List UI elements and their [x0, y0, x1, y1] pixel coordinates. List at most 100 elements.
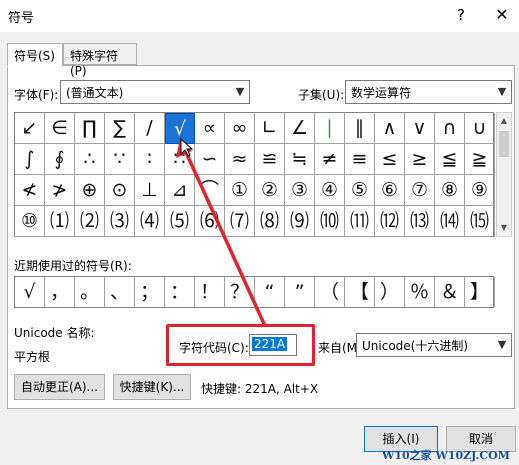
symbol-cell[interactable]: ≯	[45, 175, 75, 206]
symbol-cell[interactable]: ⑨	[465, 175, 495, 206]
symbol-cell[interactable]: ⑧	[435, 175, 465, 206]
recent-symbol[interactable]: ，	[45, 277, 75, 307]
shortcut-key-button[interactable]: 快捷键(K)...	[113, 374, 191, 400]
recent-symbol[interactable]: （	[315, 277, 345, 307]
recent-symbol[interactable]: √	[15, 277, 45, 307]
symbol-cell[interactable]: ⊕	[75, 175, 105, 206]
symbol-cell[interactable]: ≧	[465, 144, 495, 175]
symbol-cell[interactable]: ⑤	[345, 175, 375, 206]
symbol-cell[interactable]: ∮	[45, 144, 75, 175]
symbol-cell[interactable]: ⑷	[135, 206, 165, 237]
recent-symbol[interactable]: ！	[195, 277, 225, 307]
subset-value: 数学运算符	[351, 86, 412, 100]
symbol-cell[interactable]: ≈	[225, 144, 255, 175]
symbol-cell[interactable]: ∩	[435, 113, 465, 144]
symbol-cell[interactable]: ∴	[75, 144, 105, 175]
from-select[interactable]: Unicode(十六进制) ▼	[356, 333, 512, 357]
symbol-cell[interactable]: ⊙	[105, 175, 135, 206]
recent-symbol[interactable]: 、	[105, 277, 135, 307]
symbol-cell[interactable]: ⑼	[285, 206, 315, 237]
font-select[interactable]: (普通文本) ▼	[60, 80, 250, 104]
grid-scrollbar[interactable]: ▲ ▼	[496, 112, 512, 237]
symbol-cell[interactable]: ∠	[285, 113, 315, 144]
recent-symbol[interactable]: “	[255, 277, 285, 307]
symbol-cell[interactable]: ⊥	[135, 175, 165, 206]
symbol-cell[interactable]: ∑	[105, 113, 135, 144]
chevron-down-icon: ▼	[497, 85, 507, 98]
tab-symbols[interactable]: 符号(S)	[7, 43, 63, 67]
symbol-cell[interactable]: ⑥	[375, 175, 405, 206]
symbol-cell[interactable]: ③	[285, 175, 315, 206]
symbol-cell[interactable]: ≌	[255, 144, 285, 175]
symbol-cell[interactable]: ∣	[315, 113, 345, 144]
symbol-cell[interactable]: ∪	[465, 113, 495, 144]
symbol-cell[interactable]: ⊿	[165, 175, 195, 206]
tab-special-chars[interactable]: 特殊字符(P)	[63, 43, 137, 78]
symbol-cell[interactable]: ≤	[375, 144, 405, 175]
recent-symbol[interactable]: 】	[465, 277, 495, 307]
symbol-cell[interactable]: ≡	[345, 144, 375, 175]
symbol-cell[interactable]: ⒂	[465, 206, 495, 237]
symbol-cell[interactable]: ∟	[255, 113, 285, 144]
scroll-down-icon[interactable]: ▼	[497, 220, 511, 236]
symbol-cell[interactable]: ⑴	[45, 206, 75, 237]
symbol-cell[interactable]: ②	[255, 175, 285, 206]
title-bar: 符号 ? ✕	[0, 0, 519, 32]
symbol-cell[interactable]: ∵	[105, 144, 135, 175]
symbol-cell[interactable]: ∧	[375, 113, 405, 144]
unicode-name-label: Unicode 名称:	[14, 326, 95, 340]
recent-symbol[interactable]: ：	[165, 277, 195, 307]
scroll-up-icon[interactable]: ▲	[497, 113, 511, 129]
symbol-cell[interactable]: ⑿	[375, 206, 405, 237]
symbol-cell[interactable]: ⌒	[195, 175, 225, 206]
symbol-cell[interactable]: ⑸	[165, 206, 195, 237]
symbol-cell[interactable]: ⑾	[345, 206, 375, 237]
recent-symbol[interactable]: ）	[375, 277, 405, 307]
symbol-cell[interactable]: ≮	[15, 175, 45, 206]
symbol-cell[interactable]: ↙	[15, 113, 45, 144]
shortcut-info: 快捷键: 221A, Alt+X	[201, 382, 319, 396]
recent-symbol[interactable]: ％	[405, 277, 435, 307]
symbol-cell[interactable]: ∽	[195, 144, 225, 175]
symbol-cell[interactable]: ≥	[405, 144, 435, 175]
symbol-cell[interactable]: ①	[225, 175, 255, 206]
symbol-cell[interactable]: ∝	[195, 113, 225, 144]
font-value: (普通文本)	[66, 86, 124, 100]
symbol-cell[interactable]: ∕	[135, 113, 165, 144]
symbol-cell[interactable]: ∞	[225, 113, 255, 144]
symbol-cell[interactable]: ∏	[75, 113, 105, 144]
symbol-cell[interactable]: ⑹	[195, 206, 225, 237]
recent-symbol[interactable]: ＆	[435, 277, 465, 307]
symbol-cell[interactable]: ⒁	[435, 206, 465, 237]
symbol-cell[interactable]: ∶	[135, 144, 165, 175]
help-button[interactable]: ?	[450, 4, 472, 26]
recent-symbol[interactable]: 【	[345, 277, 375, 307]
symbol-cell[interactable]: ④	[315, 175, 345, 206]
symbol-cell[interactable]: ⑶	[105, 206, 135, 237]
symbol-cell[interactable]: ∫	[15, 144, 45, 175]
window-title: 符号	[8, 11, 35, 26]
symbol-cell[interactable]: ⒀	[405, 206, 435, 237]
subset-label: 子集(U):	[298, 88, 345, 102]
subset-select[interactable]: 数学运算符 ▼	[345, 80, 512, 104]
symbol-cell[interactable]: ∥	[345, 113, 375, 144]
symbol-cell[interactable]: ≦	[435, 144, 465, 175]
symbol-cell[interactable]: ≠	[315, 144, 345, 175]
symbol-cell[interactable]: ∨	[405, 113, 435, 144]
scroll-thumb[interactable]	[499, 131, 509, 157]
recent-symbol[interactable]: ”	[285, 277, 315, 307]
symbol-cell[interactable]: ⑻	[255, 206, 285, 237]
symbol-cell[interactable]: ∈	[45, 113, 75, 144]
symbol-cell[interactable]: ⑽	[315, 206, 345, 237]
symbol-cell[interactable]: ⑩	[15, 206, 45, 237]
symbol-cell[interactable]: ≒	[285, 144, 315, 175]
recent-symbol[interactable]: 。	[75, 277, 105, 307]
recent-symbol[interactable]: ？	[225, 277, 255, 307]
symbol-cell[interactable]: ⑺	[225, 206, 255, 237]
autocorrect-button[interactable]: 自动更正(A)...	[14, 374, 105, 400]
close-button[interactable]: ✕	[490, 4, 514, 26]
recent-symbol[interactable]: ；	[135, 277, 165, 307]
unicode-name-value: 平方根	[14, 350, 51, 364]
symbol-cell[interactable]: ⑦	[405, 175, 435, 206]
symbol-cell[interactable]: ⑵	[75, 206, 105, 237]
